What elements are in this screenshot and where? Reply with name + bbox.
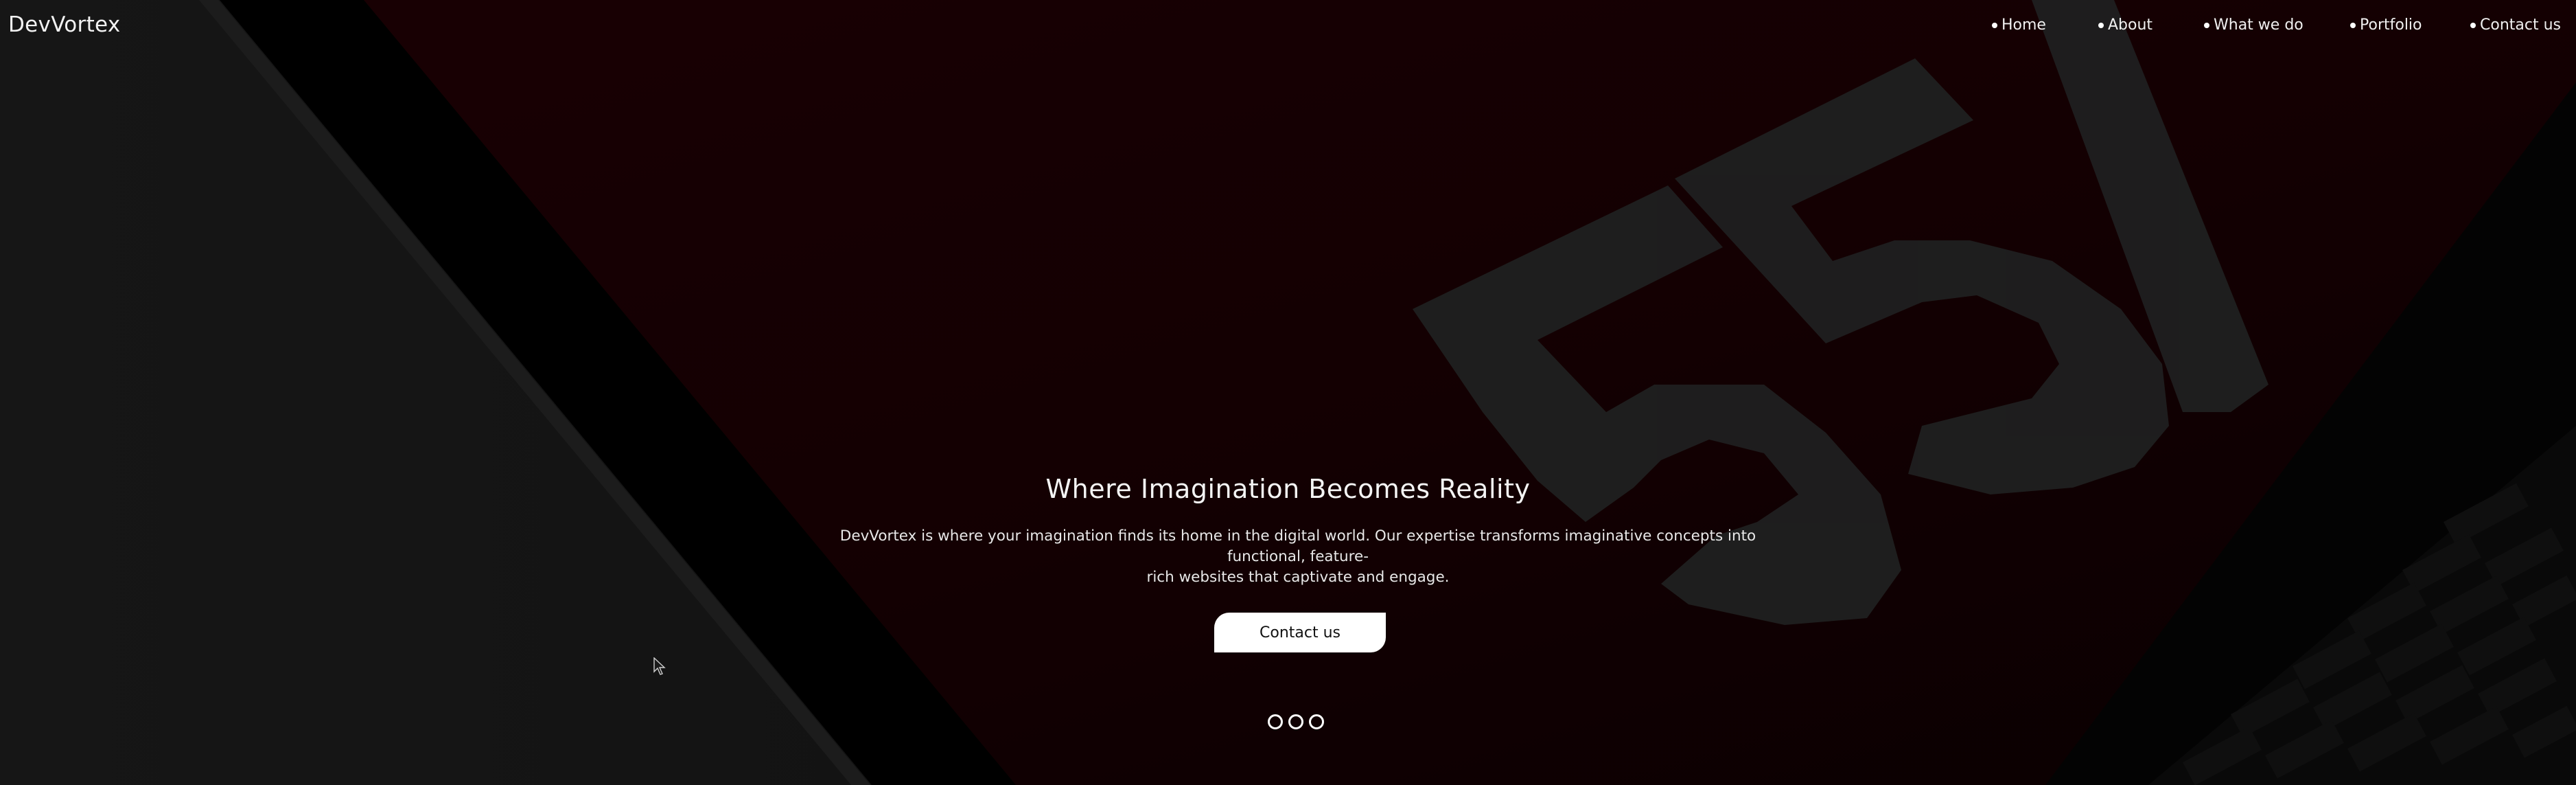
- hero-description-line: rich websites that captivate and engage.: [1146, 569, 1450, 586]
- hero-description: DevVortex is where your imagination find…: [807, 526, 1789, 588]
- bullet-icon: [1992, 22, 1997, 28]
- nav-item-contact-us[interactable]: Contact us: [2470, 16, 2561, 34]
- slider-dot-3[interactable]: [1309, 714, 1324, 729]
- mouse-pointer-icon: [653, 657, 666, 675]
- slider-dot-1[interactable]: [1268, 714, 1283, 729]
- nav-label: Home: [2001, 16, 2046, 34]
- bullet-icon: [2350, 22, 2356, 28]
- nav-label: About: [2108, 16, 2153, 34]
- nav-label: What we do: [2214, 16, 2304, 34]
- bullet-icon: [2098, 22, 2104, 28]
- nav-label: Portfolio: [2360, 16, 2422, 34]
- nav-item-what-we-do[interactable]: What we do: [2204, 16, 2304, 34]
- nav-label: Contact us: [2480, 16, 2561, 34]
- nav-item-about[interactable]: About: [2098, 16, 2153, 34]
- nav-item-home[interactable]: Home: [1992, 16, 2046, 34]
- bullet-icon: [2204, 22, 2209, 28]
- slider-pagination: [1268, 714, 1324, 729]
- slider-dot-2[interactable]: [1288, 714, 1303, 729]
- nav-item-portfolio[interactable]: Portfolio: [2350, 16, 2422, 34]
- hero-title: Where Imagination Becomes Reality: [1045, 474, 1531, 504]
- bullet-icon: [2470, 22, 2476, 28]
- hero-page: DevVortex Home About What we do Portfoli…: [0, 0, 2576, 785]
- hero-description-line: DevVortex is where your imagination find…: [839, 527, 1756, 565]
- brand-logo[interactable]: DevVortex: [8, 12, 121, 37]
- contact-us-button[interactable]: Contact us: [1214, 613, 1386, 652]
- hero-background-image: [0, 0, 2576, 785]
